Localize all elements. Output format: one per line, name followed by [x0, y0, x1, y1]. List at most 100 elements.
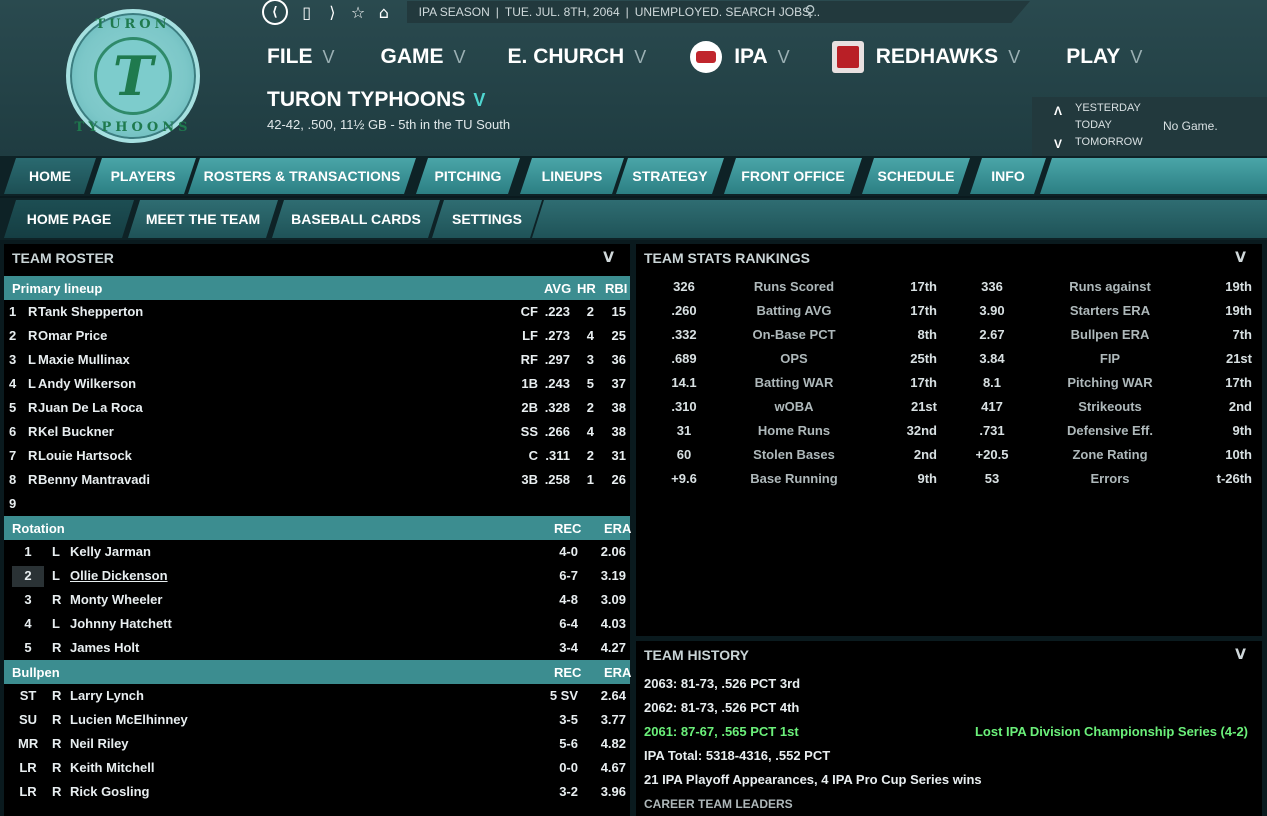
era-column-header[interactable]: ERA — [604, 521, 631, 536]
history-season-line[interactable]: 2062: 81-73, .526 PCT 4th — [644, 700, 799, 715]
player-name-link[interactable]: Kel Buckner — [38, 424, 114, 439]
chevron-up-icon[interactable]: Λ — [1054, 104, 1062, 118]
league-rank: 17th — [910, 279, 937, 294]
position: CF — [520, 304, 538, 319]
menu-league-ipa[interactable]: IPA V — [690, 41, 790, 73]
pitcher-row[interactable]: 3 R Monty Wheeler 4-8 3.09 — [4, 588, 630, 612]
throws-hand: R — [52, 712, 62, 727]
pitcher-record: 5-6 — [559, 736, 578, 751]
subtab-baseball-cards[interactable]: BASEBALL CARDS — [272, 200, 440, 238]
pitcher-name-link[interactable]: Keith Mitchell — [70, 760, 155, 775]
tab-lineups[interactable]: LINEUPS — [520, 158, 624, 194]
pitcher-name-link[interactable]: Neil Riley — [70, 736, 129, 751]
pitcher-row[interactable]: ST R Larry Lynch 5 SV 2.64 — [4, 684, 630, 708]
collapse-chevron-icon[interactable]: V — [1235, 647, 1246, 663]
forward-icon[interactable]: ⟩ — [319, 0, 345, 24]
lineup-row[interactable]: 4 L Andy Wilkerson 1B .243 5 37 — [4, 372, 630, 396]
tab-strategy[interactable]: STRATEGY — [616, 158, 724, 194]
pitcher-role: MR — [18, 736, 39, 751]
pitcher-row[interactable]: 2 L Ollie Dickenson 6-7 3.19 — [4, 564, 630, 588]
player-name-link[interactable]: Omar Price — [38, 328, 107, 343]
tab-info[interactable]: INFO — [970, 158, 1046, 194]
pitcher-row[interactable]: LR R Keith Mitchell 0-0 4.67 — [4, 756, 630, 780]
pitcher-row[interactable]: SU R Lucien McElhinney 3-5 3.77 — [4, 708, 630, 732]
tab-pitching[interactable]: PITCHING — [416, 158, 520, 194]
bats-hand: R — [28, 400, 38, 415]
bats-hand: R — [28, 304, 38, 319]
league-rank: 2nd — [913, 447, 937, 462]
chevron-down-icon: V — [777, 46, 790, 67]
rec-column-header[interactable]: REC — [554, 665, 581, 680]
lineup-row[interactable]: 7 R Louie Hartsock C .311 2 31 — [4, 444, 630, 468]
pitcher-row[interactable]: LR R Rick Gosling 3-2 3.96 — [4, 780, 630, 804]
collapse-chevron-icon[interactable]: V — [1235, 250, 1246, 266]
pitcher-name-link[interactable]: James Holt — [70, 640, 139, 655]
menu-file[interactable]: FILE V — [267, 45, 335, 69]
player-name-link[interactable]: Andy Wilkerson — [38, 376, 136, 391]
collapse-chevron-icon[interactable]: V — [603, 250, 614, 266]
search-icon[interactable]: ⚲ — [805, 2, 816, 20]
player-name-link[interactable]: Maxie Mullinax — [38, 352, 130, 367]
pitcher-name-link[interactable]: Ollie Dickenson — [70, 568, 168, 583]
job-status-link[interactable]: UNEMPLOYED. SEARCH JOBS... — [635, 5, 820, 19]
rbi-column-header[interactable]: RBI — [605, 281, 627, 296]
star-icon[interactable]: ☆ — [345, 0, 371, 24]
home-runs: 1 — [586, 472, 594, 487]
pitcher-name-link[interactable]: Larry Lynch — [70, 688, 144, 703]
team-logo[interactable]: TURON T TYPHOONS — [66, 9, 200, 143]
bats-hand: L — [28, 376, 36, 391]
player-name-link[interactable]: Benny Mantravadi — [38, 472, 150, 487]
menu-game[interactable]: GAME V — [381, 45, 466, 69]
home-icon[interactable]: ⌂ — [371, 0, 397, 24]
pitcher-role: SU — [18, 712, 38, 727]
tab-schedule[interactable]: SCHEDULE — [862, 158, 970, 194]
pitcher-name-link[interactable]: Monty Wheeler — [70, 592, 162, 607]
pitcher-row[interactable]: MR R Neil Riley 5-6 4.82 — [4, 732, 630, 756]
league-rank: 19th — [1225, 279, 1252, 294]
avg-column-header[interactable]: AVG — [544, 281, 571, 296]
app-header: TURON T TYPHOONS ⟨ ▯ ⟩ ☆ ⌂ IPA SEASON | … — [0, 0, 1267, 156]
lineup-row[interactable]: 9 — [4, 492, 630, 516]
lineup-row[interactable]: 1 R Tank Shepperton CF .223 2 15 — [4, 300, 630, 324]
back-icon[interactable]: ⟨ — [262, 0, 288, 25]
menu-play[interactable]: PLAY V — [1066, 45, 1142, 69]
lineup-row[interactable]: 2 R Omar Price LF .273 4 25 — [4, 324, 630, 348]
menu-league-church[interactable]: E. CHURCH V — [508, 45, 647, 69]
player-name-link[interactable]: Tank Shepperton — [38, 304, 143, 319]
lineup-row[interactable]: 3 L Maxie Mullinax RF .297 3 36 — [4, 348, 630, 372]
subtab-home-page[interactable]: HOME PAGE — [4, 200, 134, 238]
history-season-line-highlight[interactable]: 2061: 87-67, .565 PCT 1st — [644, 724, 799, 739]
tab-players[interactable]: PLAYERS — [90, 158, 196, 194]
pitcher-row[interactable]: 1 L Kelly Jarman 4-0 2.06 — [4, 540, 630, 564]
pitcher-name-link[interactable]: Lucien McElhinney — [70, 712, 188, 727]
hr-column-header[interactable]: HR — [577, 281, 596, 296]
league-rank: 17th — [910, 303, 937, 318]
tab-home[interactable]: HOME — [4, 158, 96, 194]
team-selector[interactable]: TURON TYPHOONS V — [267, 88, 485, 112]
pitcher-name-link[interactable]: Kelly Jarman — [70, 544, 151, 559]
history-season-line[interactable]: 2063: 81-73, .526 PCT 3rd — [644, 676, 800, 691]
player-name-link[interactable]: Louie Hartsock — [38, 448, 132, 463]
pitcher-row[interactable]: 5 R James Holt 3-4 4.27 — [4, 636, 630, 660]
tab-bar-filler — [1040, 158, 1267, 194]
menu-team-redhawks[interactable]: REDHAWKS V — [831, 41, 1020, 73]
lineup-row[interactable]: 6 R Kel Buckner SS .266 4 38 — [4, 420, 630, 444]
lineup-row[interactable]: 5 R Juan De La Roca 2B .328 2 38 — [4, 396, 630, 420]
era-column-header[interactable]: ERA — [604, 665, 631, 680]
tab-rosters-transactions[interactable]: ROSTERS & TRANSACTIONS — [188, 158, 416, 194]
today-game-status: No Game. — [1163, 119, 1218, 133]
pitcher-row[interactable]: 4 L Johnny Hatchett 6-4 4.03 — [4, 612, 630, 636]
tomorrow-link[interactable]: TOMORROW — [1075, 136, 1143, 148]
rbi: 38 — [611, 424, 626, 439]
pitcher-name-link[interactable]: Rick Gosling — [70, 784, 149, 799]
player-name-link[interactable]: Juan De La Roca — [38, 400, 143, 415]
subtab-settings[interactable]: SETTINGS — [432, 200, 542, 238]
tab-front-office[interactable]: FRONT OFFICE — [724, 158, 862, 194]
chevron-down-icon[interactable]: V — [1054, 137, 1062, 151]
pitcher-name-link[interactable]: Johnny Hatchett — [70, 616, 172, 631]
page-icon[interactable]: ▯ — [294, 0, 320, 24]
lineup-row[interactable]: 8 R Benny Mantravadi 3B .258 1 26 — [4, 468, 630, 492]
subtab-meet-the-team[interactable]: MEET THE TEAM — [128, 200, 278, 238]
yesterday-link[interactable]: YESTERDAY — [1075, 102, 1141, 114]
rec-column-header[interactable]: REC — [554, 521, 581, 536]
